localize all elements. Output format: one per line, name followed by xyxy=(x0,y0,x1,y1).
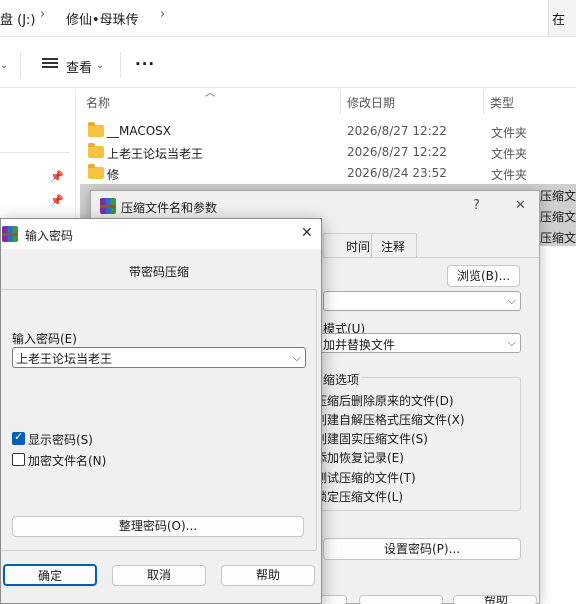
tab-comment[interactable]: 注释 xyxy=(381,238,405,255)
rar-cancel-button[interactable] xyxy=(359,595,443,604)
column-divider[interactable] xyxy=(483,90,484,114)
column-modified[interactable]: 修改日期 xyxy=(347,94,395,111)
option-sfx[interactable]: 创建自解压格式压缩文件(X) xyxy=(315,411,465,428)
column-name[interactable]: 名称 xyxy=(86,94,110,111)
options-group-label: 缩选项 xyxy=(323,371,362,388)
pin-icon[interactable]: 📌 xyxy=(50,170,64,183)
file-row[interactable]: 上老王论坛当老王 2026/8/27 12:22 文件夹 xyxy=(80,142,576,163)
dialog-titlebar: 输入密码 ✕ xyxy=(1,219,321,249)
dialog-title: 输入密码 xyxy=(25,229,74,243)
update-mode-combo[interactable]: 加并替换文件 ⌵ xyxy=(319,333,521,353)
set-password-button[interactable]: 设置密码(P)... xyxy=(323,538,521,560)
file-type: 压缩文 xyxy=(540,231,576,245)
file-name: __MACOSX xyxy=(107,124,172,138)
browse-button[interactable]: 浏览(B)... xyxy=(447,265,520,287)
column-type[interactable]: 类型 xyxy=(490,94,514,111)
file-type: 文件夹 xyxy=(491,147,528,161)
sort-up-icon: ︿ xyxy=(205,88,215,99)
winrar-icon xyxy=(100,198,116,214)
tab-strip: 时间 注释 xyxy=(323,233,417,258)
password-dialog: 输入密码 ✕ 带密码压缩 输入密码(E) 上老王论坛当老王 ⌵ 显示密码(S) … xyxy=(0,218,322,604)
divider xyxy=(371,234,372,258)
file-type: 文件夹 xyxy=(491,168,528,182)
file-type: 压缩文 xyxy=(540,189,576,203)
chevron-down-icon[interactable]: ⌄ xyxy=(96,60,104,71)
file-date: 2026/8/27 12:22 xyxy=(347,145,447,159)
breadcrumb-folder[interactable]: 修仙•母珠传 xyxy=(66,9,139,28)
close-button[interactable]: ✕ xyxy=(515,198,526,213)
chevron-right-icon: › xyxy=(40,7,46,22)
update-mode-value: 加并替换文件 xyxy=(323,338,396,352)
dialog-titlebar: 压缩文件名和参数 ? ✕ xyxy=(91,191,539,221)
password-value: 上老王论坛当老王 xyxy=(16,352,113,366)
search-box[interactable]: 在 xyxy=(548,0,576,36)
help-button[interactable]: ? xyxy=(473,198,480,213)
divider xyxy=(0,36,576,37)
file-type: 文件夹 xyxy=(491,126,528,140)
organize-passwords-button[interactable]: 整理密码(O)... xyxy=(12,516,304,537)
winrar-icon xyxy=(2,226,18,242)
show-password-label[interactable]: 显示密码(S) xyxy=(28,431,93,448)
divider xyxy=(20,52,21,78)
folder-icon xyxy=(88,143,104,158)
option-solid[interactable]: 创建固实压缩文件(S) xyxy=(315,430,428,447)
password-label: 输入密码(E) xyxy=(12,332,77,346)
more-button[interactable]: ··· xyxy=(135,55,155,73)
password-input[interactable]: 上老王论坛当老王 ⌵ xyxy=(12,347,306,368)
password-group xyxy=(1,289,317,551)
file-date: 2026/8/24 23:52 xyxy=(347,166,447,180)
option-recovery[interactable]: 添加恢复记录(E) xyxy=(315,449,404,466)
folder-icon xyxy=(88,164,104,179)
search-box-label: 在 xyxy=(552,13,566,28)
file-date: 2026/8/27 12:22 xyxy=(347,124,447,138)
column-divider[interactable] xyxy=(340,90,341,114)
file-row[interactable]: __MACOSX 2026/8/27 12:22 文件夹 xyxy=(80,121,576,142)
divider xyxy=(120,52,121,78)
divider xyxy=(323,257,539,258)
option-lock[interactable]: 锁定压缩文件(L) xyxy=(315,488,403,505)
rar-help-button[interactable]: 帮助 xyxy=(453,595,537,604)
option-delete-after[interactable]: 压缩后删除原来的文件(D) xyxy=(315,392,454,409)
view-icon[interactable] xyxy=(42,57,58,69)
archive-name-combo[interactable]: ⌵ xyxy=(323,291,521,311)
close-button[interactable]: ✕ xyxy=(301,225,313,241)
file-name: 上老王论坛当老王 xyxy=(107,147,204,161)
dialog-title: 压缩文件名和参数 xyxy=(121,201,218,215)
chevron-down-icon: ⌵ xyxy=(507,294,516,307)
cancel-button[interactable]: 取消 xyxy=(112,565,206,586)
folder-icon xyxy=(88,122,104,137)
file-type: 压缩文 xyxy=(540,210,576,224)
tab-time[interactable]: 时间 xyxy=(346,238,370,255)
rar-help-label: 帮助 xyxy=(484,595,509,604)
option-test[interactable]: 测试压缩的文件(T) xyxy=(315,469,416,486)
view-button[interactable]: 查看 xyxy=(66,57,92,76)
dialog-subtitle: 带密码压缩 xyxy=(129,265,190,279)
chevron-down-icon: ⌵ xyxy=(507,336,516,349)
encrypt-names-checkbox[interactable] xyxy=(12,453,25,466)
encrypt-names-label[interactable]: 加密文件名(N) xyxy=(28,452,106,469)
chevron-down-icon[interactable]: ⌄ xyxy=(0,60,8,71)
show-password-checkbox[interactable] xyxy=(12,430,25,445)
chevron-down-icon[interactable]: ⌵ xyxy=(293,351,301,365)
divider xyxy=(0,152,70,153)
chevron-right-icon: › xyxy=(160,7,166,22)
help-button[interactable]: 帮助 xyxy=(221,565,315,586)
breadcrumb-drive[interactable]: 盘 (J:) xyxy=(0,9,36,28)
ok-button[interactable]: 确定 xyxy=(3,564,97,586)
pin-icon[interactable]: 📌 xyxy=(50,194,64,207)
file-row[interactable]: 修 2026/8/24 23:52 文件夹 xyxy=(80,163,576,184)
file-name: 修 xyxy=(107,168,120,182)
